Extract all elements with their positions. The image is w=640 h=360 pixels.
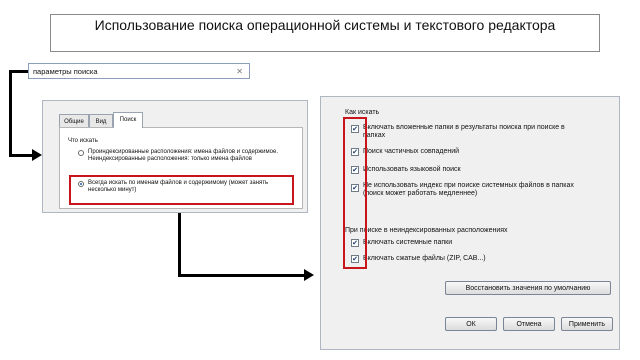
- search-input[interactable]: параметры поиска ✕: [28, 63, 250, 79]
- tab-view[interactable]: Вид: [89, 114, 113, 128]
- page-title: Использование поиска операционной систем…: [50, 14, 600, 52]
- cancel-button[interactable]: Отмена: [503, 317, 555, 331]
- restore-defaults-button[interactable]: Восстановить значения по умолчанию: [445, 281, 611, 295]
- connector-line: [9, 70, 12, 156]
- radio-indexed[interactable]: [78, 150, 84, 156]
- checkbox-partial-matches-label: Поиск частичных совпадений: [363, 148, 460, 155]
- search-input-value: параметры поиска: [33, 67, 98, 76]
- highlight-box: [69, 175, 294, 205]
- section-label: Что искать: [68, 138, 98, 144]
- tab-search[interactable]: Поиск: [113, 112, 143, 128]
- connector-line: [178, 213, 181, 277]
- checkbox-compressed-files-label: Включать сжатые файлы (ZIP, CAB...): [363, 255, 486, 262]
- section-how-to-search: Как искать: [345, 109, 380, 116]
- checkbox-language-search-label: Использовать языковой поиск: [363, 166, 461, 173]
- arrow-icon: [32, 149, 42, 161]
- highlight-box: [343, 117, 367, 269]
- title-text: Использование поиска операционной систем…: [94, 17, 556, 33]
- ok-button[interactable]: ОК: [445, 317, 497, 331]
- tab-general[interactable]: Общие: [59, 114, 89, 128]
- checkbox-subfolders-label: Включать вложенные папки в результаты по…: [363, 124, 565, 139]
- radio-indexed-label: Проиндексированные расположения: имена ф…: [88, 149, 278, 162]
- search-options-panel: Как искать ✔ Включать вложенные папки в …: [320, 96, 620, 350]
- section-non-indexed: При поиске в неиндексированных расположе…: [345, 227, 508, 234]
- apply-button[interactable]: Применить: [561, 317, 613, 331]
- folder-options-panel: Общие Вид Поиск Что искать Проиндексиров…: [42, 100, 308, 213]
- arrow-icon: [304, 269, 314, 281]
- connector-line: [9, 70, 29, 73]
- checkbox-no-index-label: Не использовать индекс при поиске систем…: [363, 182, 574, 197]
- connector-line: [178, 274, 306, 277]
- checkbox-system-folders-label: Включать системные папки: [363, 239, 453, 246]
- clear-icon[interactable]: ✕: [236, 64, 243, 80]
